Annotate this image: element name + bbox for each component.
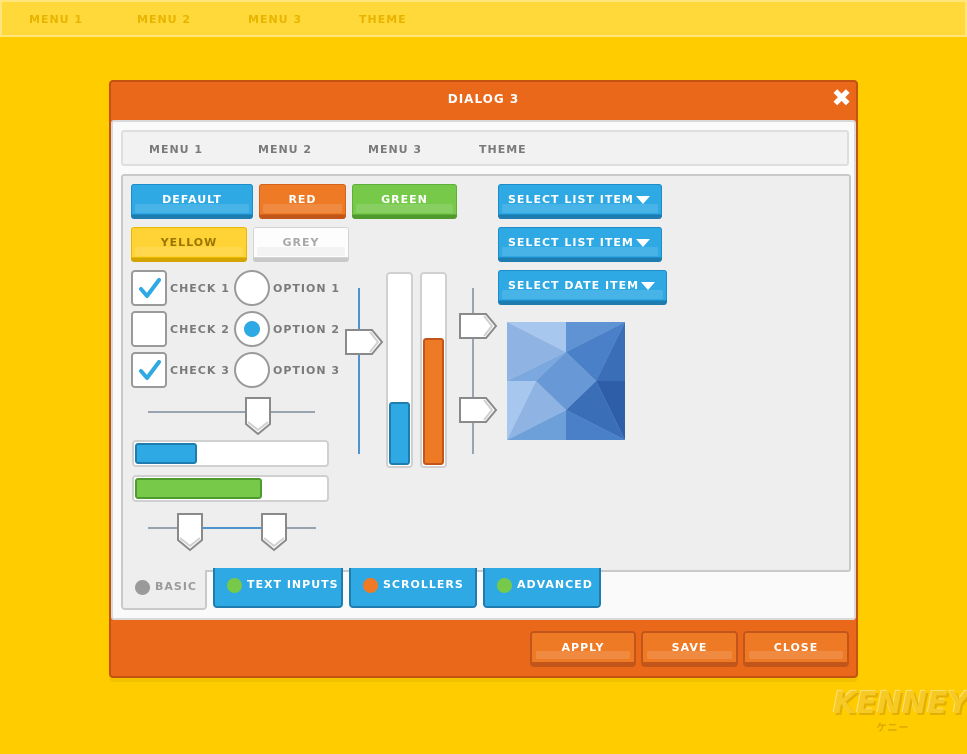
- top-menu-2[interactable]: MENU 2: [137, 13, 191, 26]
- select-label: SELECT DATE ITEM: [508, 279, 640, 292]
- checkbox-2-label: CHECK 2: [170, 323, 230, 336]
- close-icon[interactable]: ✖: [831, 86, 853, 110]
- chevron-down-icon: [641, 282, 655, 290]
- radio-option-3-label: OPTION 3: [273, 364, 341, 377]
- green-button[interactable]: GREEN: [352, 184, 457, 219]
- close-button[interactable]: CLOSE: [743, 631, 849, 667]
- tab-dot-icon: [497, 578, 512, 593]
- vertical-progress-orange: [420, 272, 447, 468]
- dialog-menu-bar: MENU 1 MENU 2 MENU 3 THEME: [121, 130, 849, 166]
- logo-name: KENNEY: [833, 686, 967, 721]
- vertical-range-handle-bottom[interactable]: [458, 396, 498, 424]
- tab-text-inputs[interactable]: TEXT INPUTS: [213, 568, 343, 608]
- dialog-window: DIALOG 3 ✖ MENU 1 MENU 2 MENU 3 THEME DE…: [109, 80, 858, 678]
- radio-option-2-label: OPTION 2: [273, 323, 341, 336]
- checkbox-3[interactable]: [131, 352, 167, 388]
- menu-item-1[interactable]: MENU 1: [149, 143, 203, 156]
- radio-option-1[interactable]: [234, 270, 270, 306]
- haxe-logo-icon: [507, 322, 625, 440]
- range-handle-max[interactable]: [260, 512, 288, 552]
- progress-bar-blue: [132, 440, 329, 467]
- select-list-item-2[interactable]: SELECT LIST ITEM: [498, 227, 662, 262]
- grey-button[interactable]: GREY: [253, 227, 349, 262]
- kenney-logo: KENNEY ケニー: [833, 686, 967, 746]
- slider-track[interactable]: [148, 411, 315, 413]
- checkmark-icon: [139, 278, 161, 298]
- chevron-down-icon: [636, 196, 650, 204]
- select-label: SELECT LIST ITEM: [508, 236, 634, 249]
- chevron-down-icon: [636, 239, 650, 247]
- vertical-range-handle-top[interactable]: [458, 312, 498, 340]
- vertical-slider-track[interactable]: [358, 288, 360, 454]
- default-button[interactable]: DEFAULT: [131, 184, 253, 219]
- radio-option-2[interactable]: [234, 311, 270, 347]
- basic-tab-content: DEFAULT RED GREEN YELLOW GREY SELECT LIS…: [121, 174, 851, 572]
- progress-bar-green: [132, 475, 329, 502]
- tab-dot-icon: [227, 578, 242, 593]
- tab-scrollers[interactable]: SCROLLERS: [349, 568, 477, 608]
- checkbox-1[interactable]: [131, 270, 167, 306]
- menu-item-theme[interactable]: THEME: [479, 143, 527, 156]
- tab-label: TEXT INPUTS: [247, 578, 339, 591]
- vertical-progress-fill-orange: [423, 338, 444, 465]
- checkbox-3-label: CHECK 3: [170, 364, 230, 377]
- save-button[interactable]: SAVE: [641, 631, 738, 667]
- tab-label: BASIC: [155, 580, 197, 593]
- select-list-item-1[interactable]: SELECT LIST ITEM: [498, 184, 662, 219]
- radio-option-1-label: OPTION 1: [273, 282, 341, 295]
- apply-button[interactable]: APPLY: [530, 631, 636, 667]
- checkbox-2[interactable]: [131, 311, 167, 347]
- yellow-button[interactable]: YELLOW: [131, 227, 247, 262]
- red-button[interactable]: RED: [259, 184, 346, 219]
- checkbox-1-label: CHECK 1: [170, 282, 230, 295]
- select-date-item[interactable]: SELECT DATE ITEM: [498, 270, 667, 305]
- top-menu-3[interactable]: MENU 3: [248, 13, 302, 26]
- select-label: SELECT LIST ITEM: [508, 193, 634, 206]
- dialog-title: DIALOG 3: [447, 92, 520, 106]
- slider-handle[interactable]: [244, 396, 272, 436]
- tab-label: ADVANCED: [517, 578, 593, 591]
- progress-fill-green: [135, 478, 263, 499]
- vertical-progress-blue: [386, 272, 413, 468]
- menu-item-3[interactable]: MENU 3: [368, 143, 422, 156]
- top-menu-theme[interactable]: THEME: [359, 13, 407, 26]
- tab-advanced[interactable]: ADVANCED: [483, 568, 601, 608]
- top-menu-1[interactable]: MENU 1: [29, 13, 83, 26]
- menu-item-2[interactable]: MENU 2: [258, 143, 312, 156]
- range-handle-min[interactable]: [176, 512, 204, 552]
- radio-dot: [244, 321, 260, 337]
- progress-fill-blue: [135, 443, 197, 464]
- tab-dot-icon: [363, 578, 378, 593]
- dialog-panel: MENU 1 MENU 2 MENU 3 THEME DEFAULT RED G…: [111, 120, 856, 620]
- checkmark-icon: [139, 360, 161, 380]
- tab-dot-icon: [135, 580, 150, 595]
- tab-label: SCROLLERS: [383, 578, 464, 591]
- vertical-progress-fill-blue: [389, 401, 410, 465]
- tab-basic[interactable]: BASIC: [121, 570, 207, 610]
- logo-subtitle: ケニー: [876, 723, 910, 734]
- vertical-slider-handle[interactable]: [344, 328, 384, 356]
- top-menu-bar: MENU 1 MENU 2 MENU 3 THEME: [0, 0, 967, 37]
- radio-option-3[interactable]: [234, 352, 270, 388]
